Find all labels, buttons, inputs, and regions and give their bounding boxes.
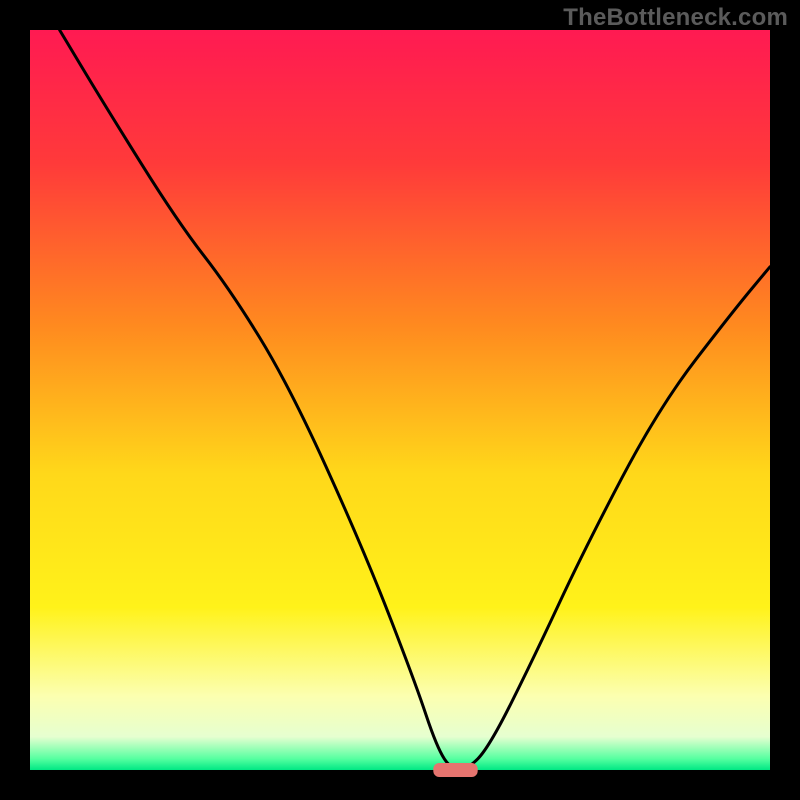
bottleneck-chart bbox=[0, 0, 800, 800]
watermark-text: TheBottleneck.com bbox=[563, 4, 788, 32]
plot-area bbox=[30, 30, 770, 770]
optimal-marker bbox=[433, 763, 477, 777]
